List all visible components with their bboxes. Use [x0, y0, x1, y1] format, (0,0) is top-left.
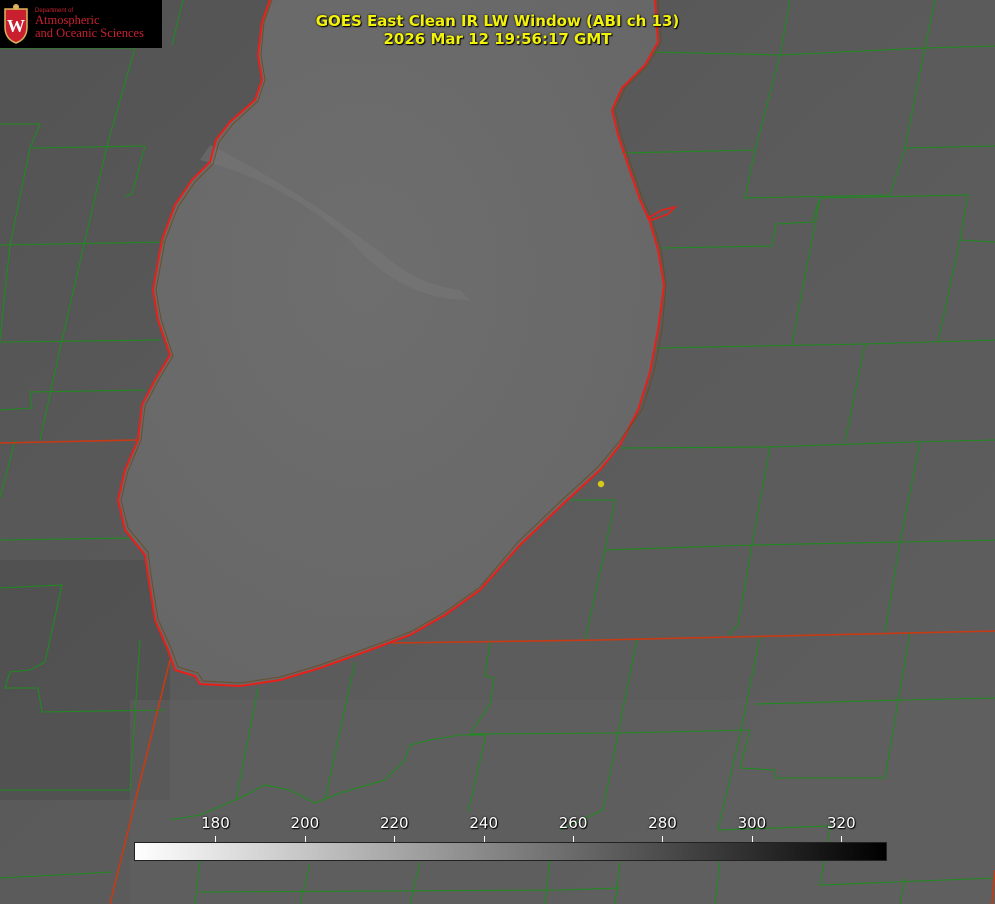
ir-satellite-map — [0, 0, 995, 904]
colorbar-tick-mark — [304, 836, 306, 842]
colorbar-tick-label: 240 — [469, 814, 498, 832]
colorbar-tick-label: 280 — [648, 814, 677, 832]
colorbar-tick-label: 220 — [379, 814, 409, 832]
colorbar-tick-label: 180 — [201, 814, 230, 832]
cloud-band-south — [130, 700, 995, 904]
location-marker — [597, 480, 605, 488]
colorbar-tick-label: 300 — [737, 814, 767, 832]
colorbar-tick-mark — [483, 836, 485, 842]
colorbar-tick-mark — [841, 836, 843, 842]
colorbar-tick-mark — [215, 836, 217, 842]
colorbar-tick-mark — [573, 836, 575, 842]
colorbar-tick-mark — [751, 836, 753, 842]
colorbar-tick-label: 200 — [290, 814, 320, 832]
colorbar-gradient — [134, 842, 887, 861]
colorbar-tick-mark — [394, 836, 396, 842]
colorbar-tick-mark — [662, 836, 664, 842]
temperature-colorbar: 180 200 220 240 260 280 300 320 — [134, 814, 887, 861]
image-title: GOES East Clean IR LW Window (ABI ch 13) — [315, 12, 680, 30]
colorbar-tick-label: 260 — [558, 814, 588, 832]
image-timestamp: 2026 Mar 12 19:56:17 GMT — [383, 30, 612, 48]
colorbar-tick-label: 320 — [826, 814, 856, 832]
